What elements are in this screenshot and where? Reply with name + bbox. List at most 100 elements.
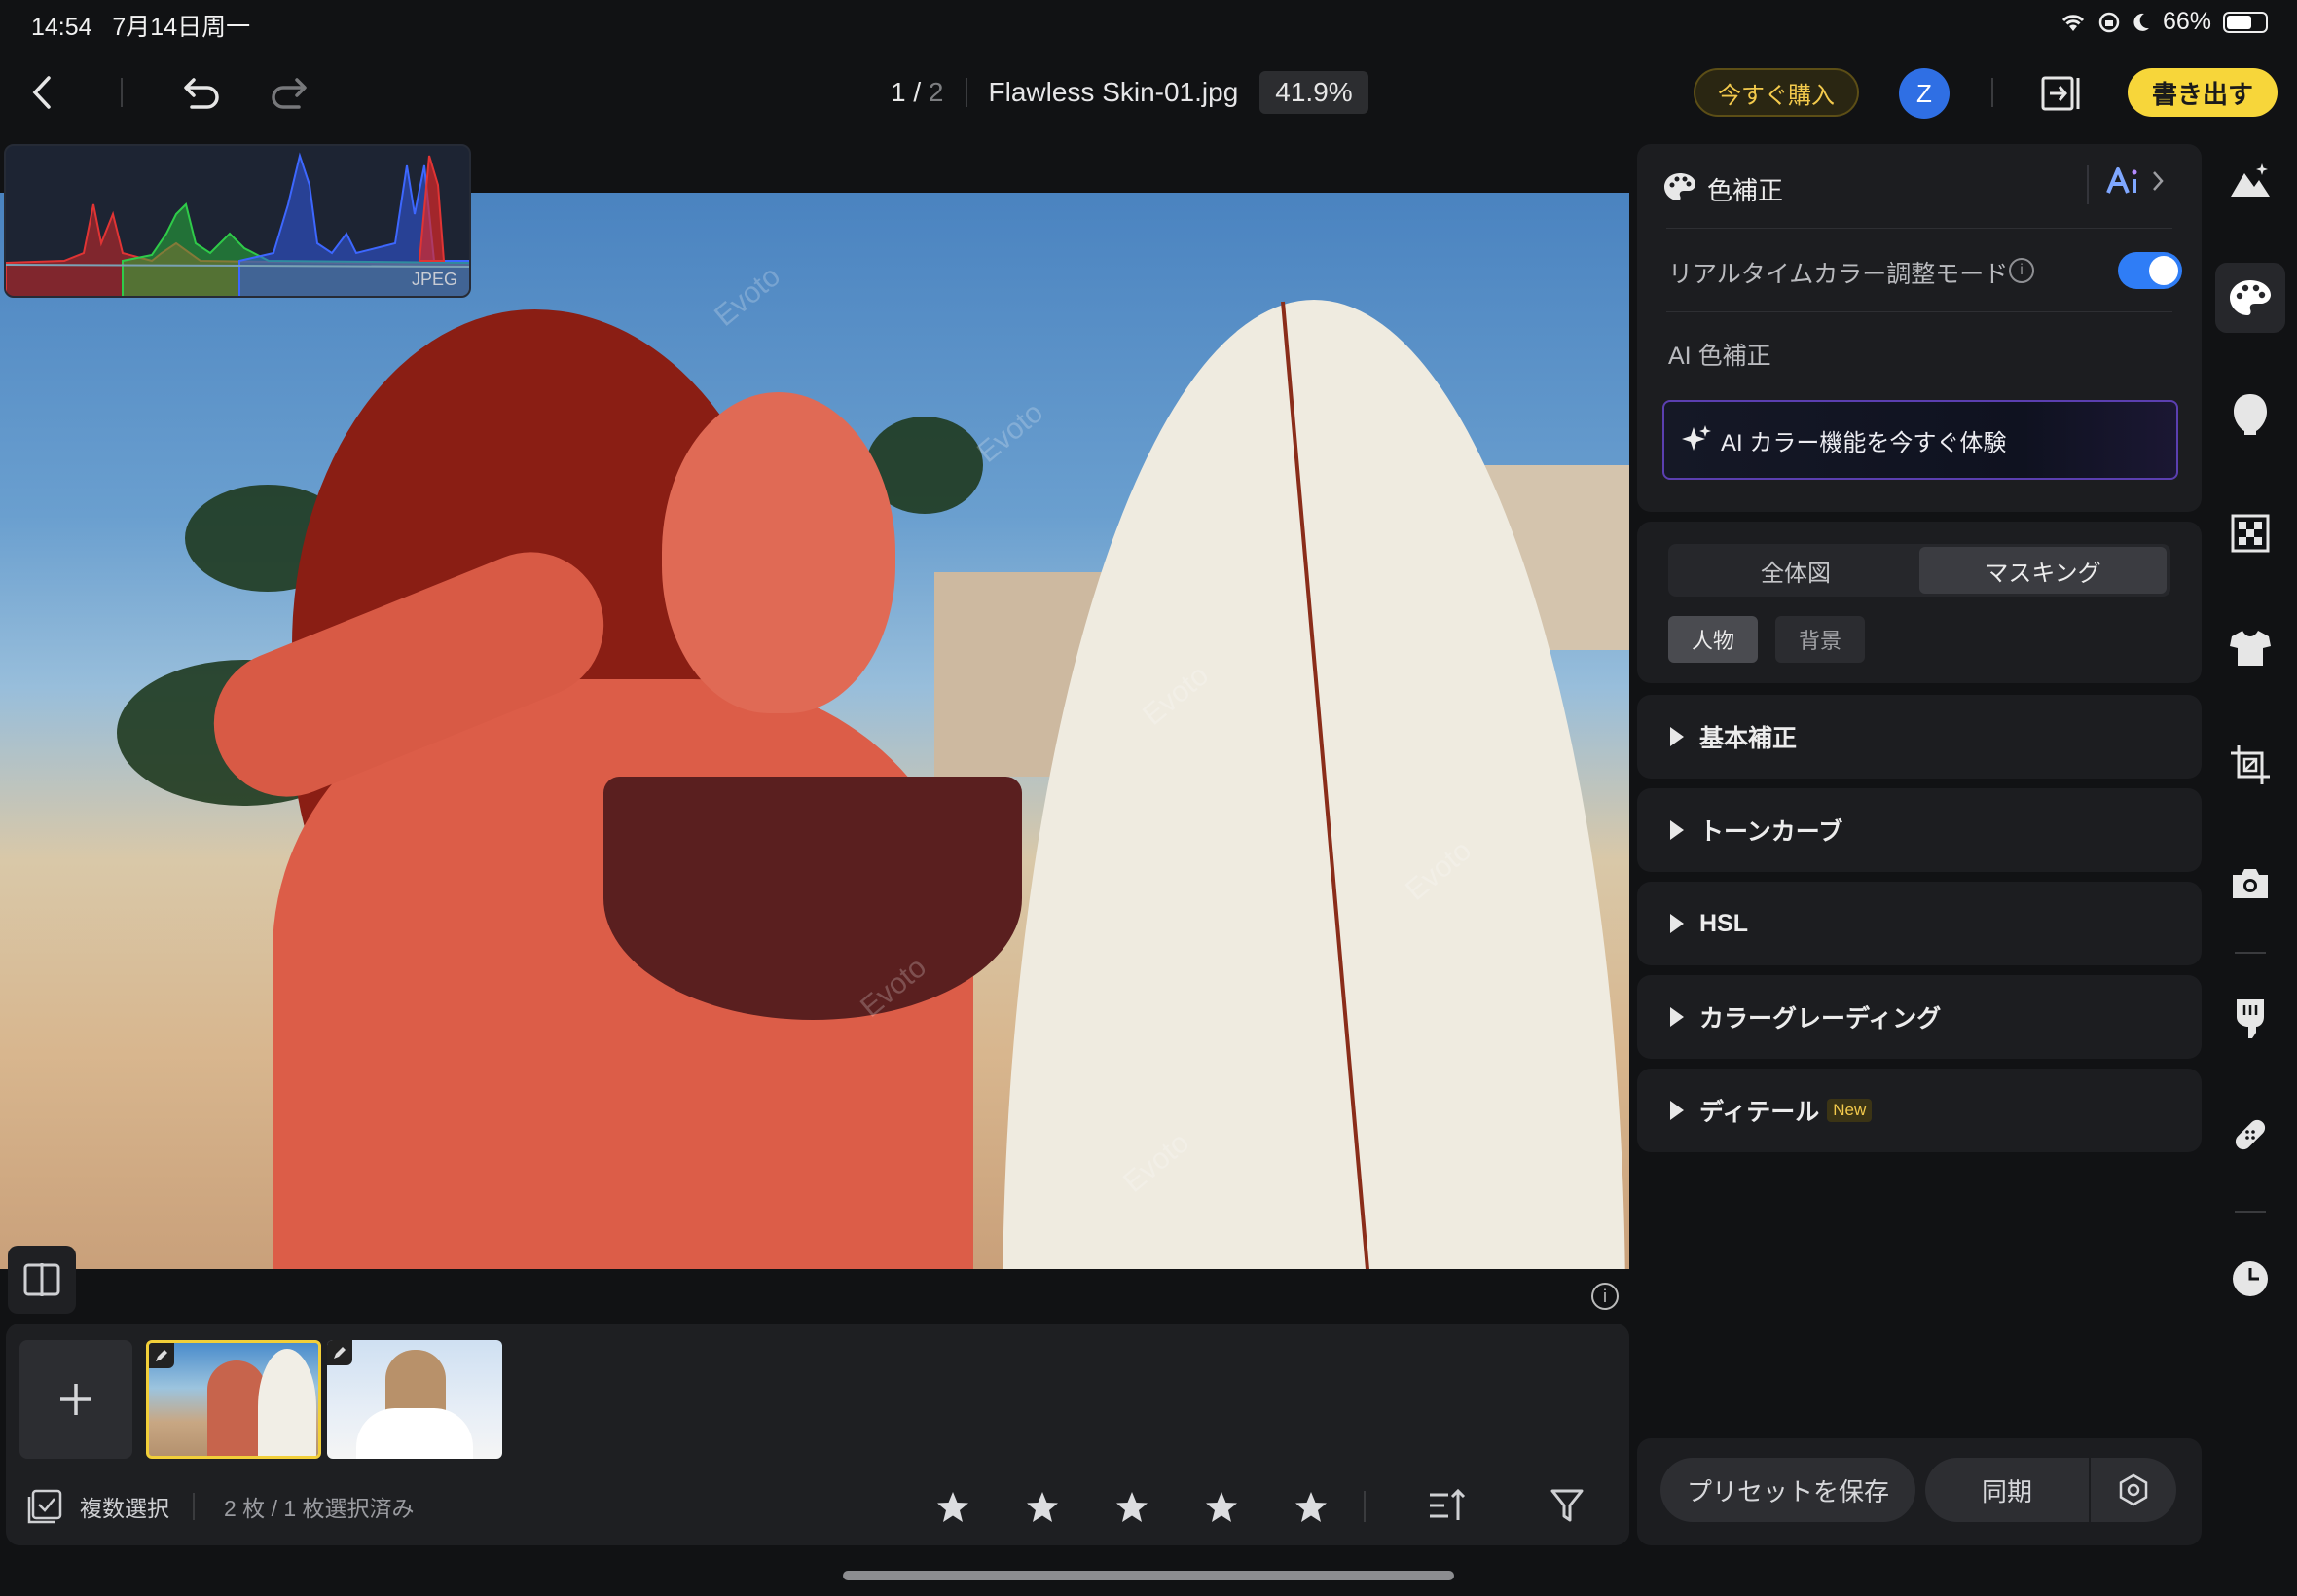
section-tone-curve[interactable]: トーンカーブ: [1637, 788, 2202, 872]
thumb-shirt: [356, 1408, 473, 1459]
sort-button[interactable]: [1427, 1487, 1466, 1529]
filmstrip-toolbar: 複数選択 2 枚 / 1 枚選択済み: [25, 1479, 1622, 1534]
back-button[interactable]: [19, 70, 64, 115]
divider: [1364, 1491, 1366, 1522]
status-bar: 14:54 7月14日周一 66%: [0, 0, 2297, 49]
home-indicator: [843, 1571, 1454, 1580]
save-preset-button[interactable]: プリセットを保存: [1660, 1458, 1915, 1522]
rail-touch[interactable]: [2215, 983, 2285, 1053]
ai-icon: [2106, 167, 2137, 194]
info-icon[interactable]: i: [1591, 1283, 1619, 1310]
multi-select-icon[interactable]: [25, 1487, 64, 1526]
checker-icon: [2231, 514, 2270, 553]
section-label: ディテール New: [1699, 1069, 1873, 1152]
rail-clothing[interactable]: [2215, 613, 2285, 683]
redo-button[interactable]: [265, 70, 313, 115]
sync-settings-button[interactable]: [2091, 1458, 2176, 1522]
thumbnail-photo-2[interactable]: [327, 1340, 502, 1459]
camera-icon: [2233, 869, 2268, 898]
filter-button[interactable]: [1550, 1487, 1585, 1529]
rotation-lock-icon: [2098, 12, 2120, 32]
add-photo-button[interactable]: [19, 1340, 132, 1459]
rail-history[interactable]: [2215, 1244, 2285, 1314]
segment-whole-image[interactable]: 全体図: [1672, 547, 1919, 594]
histogram-graph: [6, 152, 469, 296]
sync-button[interactable]: 同期: [1925, 1458, 2089, 1522]
scope-segmented-control: 全体図 マスキング: [1668, 544, 2170, 597]
watermark: Evoto: [971, 396, 1050, 469]
battery-fill: [2227, 15, 2252, 29]
divider: [1666, 311, 2172, 312]
segment-masking[interactable]: マスキング: [1919, 547, 2167, 594]
divider: [1991, 78, 1993, 107]
collapse-panel-button[interactable]: [2038, 70, 2085, 117]
divider: [121, 78, 123, 107]
section-label: トーンカーブ: [1699, 818, 1843, 846]
caret-right-icon: [1670, 820, 1684, 840]
pencil-icon: [156, 1350, 167, 1361]
section-color-grading[interactable]: カラーグレーディング: [1637, 975, 2202, 1059]
star-icon[interactable]: [1204, 1491, 1239, 1524]
swimsuit: [603, 777, 1022, 1020]
hexagon-settings-icon: [2119, 1473, 2148, 1506]
ai-color-try-button[interactable]: AI カラー機能を今すぐ体験: [1662, 400, 2178, 480]
section-hsl[interactable]: HSL: [1637, 882, 2202, 965]
status-indicators: 66%: [2060, 8, 2268, 36]
realtime-mode-toggle[interactable]: [2118, 252, 2182, 289]
divider: [2235, 952, 2266, 954]
avatar[interactable]: Z: [1899, 68, 1950, 119]
section-label: HSL: [1699, 909, 1748, 937]
palette-icon: [1664, 173, 1695, 200]
ai-panel-link[interactable]: [2104, 165, 2165, 197]
thumbnail-photo-1[interactable]: [146, 1340, 321, 1459]
thumb-surfboard: [258, 1349, 316, 1456]
histogram-format-label: JPEG: [411, 270, 457, 289]
rail-crop[interactable]: [2215, 730, 2285, 800]
battery-percent: 66%: [2162, 8, 2211, 35]
caret-right-icon: [1670, 1007, 1684, 1027]
star-icon[interactable]: [935, 1491, 970, 1524]
filter-icon: [1550, 1489, 1584, 1522]
history-icon: [2233, 1261, 2268, 1296]
rail-color[interactable]: [2215, 263, 2285, 333]
star-icon[interactable]: [1025, 1491, 1060, 1524]
photo-canvas[interactable]: Evoto Evoto Evoto Evoto Evoto Evoto: [0, 193, 1629, 1269]
preset-actions: プリセットを保存 同期: [1637, 1438, 2202, 1545]
multi-select-label[interactable]: 複数選択: [80, 1490, 169, 1523]
compare-button[interactable]: [8, 1246, 76, 1314]
rail-landscape[interactable]: [2215, 146, 2285, 216]
bandage-icon: [2235, 1119, 2266, 1150]
chip-person[interactable]: 人物: [1668, 616, 1758, 663]
person-face: [662, 392, 895, 713]
divider: [1666, 228, 2172, 229]
palette-icon: [2230, 280, 2271, 315]
rail-camera[interactable]: [2215, 849, 2285, 919]
chip-background[interactable]: 背景: [1775, 616, 1865, 663]
caret-right-icon: [1670, 727, 1684, 746]
ai-color-try-label: AI カラー機能を今すぐ体験: [1721, 429, 2007, 456]
rail-face[interactable]: [2215, 380, 2285, 450]
star-icon[interactable]: [1294, 1491, 1329, 1524]
face-icon: [2234, 394, 2267, 435]
info-icon[interactable]: i: [2009, 258, 2034, 283]
buy-now-button[interactable]: 今すぐ購入: [1694, 68, 1859, 117]
undo-button[interactable]: [177, 70, 226, 115]
divider: [193, 1493, 195, 1520]
moon-icon: [2133, 13, 2149, 31]
toggle-knob: [2149, 256, 2178, 285]
zoom-level[interactable]: 41.9%: [1259, 71, 1368, 114]
section-detail[interactable]: ディテール New: [1637, 1069, 2202, 1152]
new-badge: New: [1827, 1099, 1873, 1122]
split-view-icon: [23, 1263, 60, 1296]
status-time: 14:54 7月14日周一: [31, 14, 251, 41]
export-button[interactable]: 書き出す: [2128, 68, 2278, 117]
watermark: Evoto: [709, 260, 787, 333]
rail-healing[interactable]: [2215, 1100, 2285, 1170]
edited-badge: [149, 1343, 174, 1368]
star-icon[interactable]: [1114, 1491, 1149, 1524]
section-basic[interactable]: 基本補正: [1637, 695, 2202, 779]
crop-icon: [2231, 745, 2270, 784]
section-label: カラーグレーディング: [1699, 1005, 1942, 1033]
landscape-icon: [2231, 163, 2270, 197]
rail-background[interactable]: [2215, 498, 2285, 568]
